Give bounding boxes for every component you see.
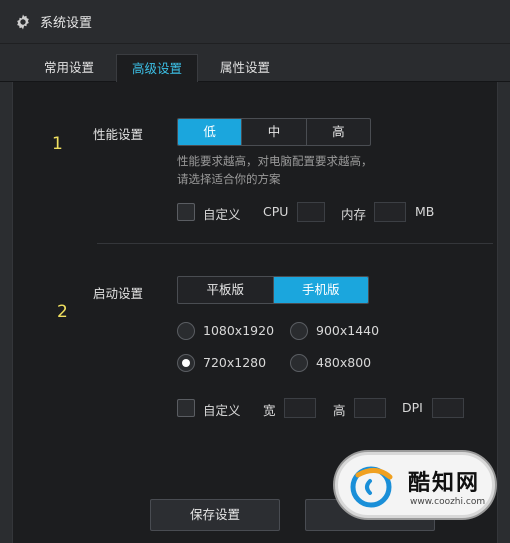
tab-property-settings[interactable]: 属性设置 <box>204 54 286 82</box>
performance-segmented-control: 低 中 高 <box>177 118 371 146</box>
cpu-input[interactable] <box>297 202 325 222</box>
memory-input[interactable] <box>374 202 406 222</box>
coozhi-logo-icon <box>350 466 393 508</box>
resolution-radio-720x1280[interactable] <box>177 354 195 372</box>
height-input[interactable] <box>354 398 386 418</box>
section-marker-2: 2 <box>57 302 68 322</box>
width-label: 宽 <box>263 403 276 418</box>
resolution-radio-900x1440[interactable] <box>290 322 308 340</box>
watermark: 酷知网 www.coozhi.com <box>335 452 495 518</box>
performance-medium-button[interactable]: 中 <box>242 119 307 145</box>
performance-hint-line1: 性能要求越高，对电脑配置要求越高， <box>177 154 373 168</box>
width-input[interactable] <box>284 398 316 418</box>
performance-custom-checkbox[interactable] <box>177 203 195 221</box>
startup-custom-checkbox[interactable] <box>177 399 195 417</box>
performance-hint-line2: 请选择适合你的方案 <box>177 172 281 186</box>
resolution-label-720x1280: 720x1280 <box>203 355 267 370</box>
memory-unit: MB <box>415 204 435 219</box>
performance-custom-label: 自定义 <box>203 207 241 222</box>
performance-low-button[interactable]: 低 <box>178 119 243 145</box>
performance-high-button[interactable]: 高 <box>307 119 370 145</box>
title-bar: 系统设置 <box>0 0 510 44</box>
startup-custom-label: 自定义 <box>203 403 241 418</box>
section-marker-1: 1 <box>52 134 63 154</box>
resolution-label-480x800: 480x800 <box>316 355 372 370</box>
resolution-radio-480x800[interactable] <box>290 354 308 372</box>
gear-icon <box>17 14 29 29</box>
phone-version-button[interactable]: 手机版 <box>273 277 368 303</box>
watermark-url: www.coozhi.com <box>410 497 486 507</box>
startup-segmented-control: 平板版 手机版 <box>177 276 369 304</box>
watermark-name: 酷知网 <box>408 471 481 496</box>
tab-common-settings[interactable]: 常用设置 <box>28 54 110 82</box>
section-divider <box>97 243 493 244</box>
cpu-label: CPU <box>263 204 289 219</box>
startup-label: 启动设置 <box>93 286 144 301</box>
dpi-label: DPI <box>402 400 423 415</box>
tablet-version-button[interactable]: 平板版 <box>178 277 274 303</box>
performance-label: 性能设置 <box>93 127 144 142</box>
save-settings-button[interactable]: 保存设置 <box>150 499 280 531</box>
tab-bar: 常用设置 高级设置 属性设置 <box>0 44 510 82</box>
memory-label: 内存 <box>341 207 367 222</box>
resolution-radio-1080x1920[interactable] <box>177 322 195 340</box>
radio-selected-dot <box>182 359 190 367</box>
tab-advanced-settings[interactable]: 高级设置 <box>116 54 198 82</box>
height-label: 高 <box>333 403 346 418</box>
resolution-label-900x1440: 900x1440 <box>316 323 380 338</box>
dpi-input[interactable] <box>432 398 464 418</box>
window-title: 系统设置 <box>40 16 93 31</box>
resolution-label-1080x1920: 1080x1920 <box>203 323 275 338</box>
